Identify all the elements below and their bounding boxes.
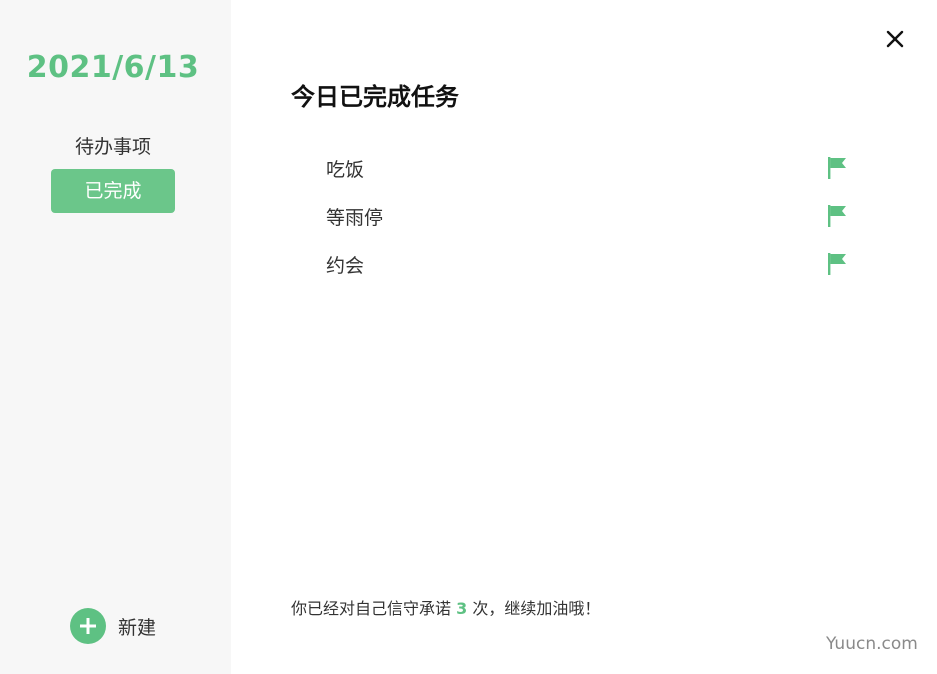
plus-icon[interactable] bbox=[70, 608, 106, 644]
watermark: Yuucn.com bbox=[826, 634, 918, 654]
new-task-button[interactable]: 新建 bbox=[70, 608, 156, 644]
task-item: 约会 bbox=[326, 247, 848, 281]
completion-summary: 你已经对自己信守承诺 3 次，继续加油哦！ bbox=[291, 595, 600, 619]
task-label: 等雨停 bbox=[326, 206, 384, 229]
task-item: 等雨停 bbox=[326, 199, 848, 233]
current-date: 2021/6/13 bbox=[26, 50, 200, 85]
flag-icon[interactable] bbox=[826, 252, 848, 276]
page-title: 今日已完成任务 bbox=[291, 83, 459, 111]
task-label: 吃饭 bbox=[326, 158, 365, 181]
close-button[interactable] bbox=[883, 27, 907, 51]
new-task-label: 新建 bbox=[118, 616, 157, 639]
flag-icon[interactable] bbox=[826, 204, 848, 228]
task-label: 约会 bbox=[326, 254, 365, 277]
nav-item-todo[interactable]: 待办事项 bbox=[51, 125, 175, 169]
completion-count: 3 bbox=[456, 599, 468, 618]
nav-item-completed[interactable]: 已完成 bbox=[51, 169, 175, 213]
summary-prefix: 你已经对自己信守承诺 bbox=[291, 599, 457, 618]
task-item: 吃饭 bbox=[326, 151, 848, 185]
sidebar: 2021/6/13 待办事项 已完成 新建 bbox=[0, 0, 231, 674]
flag-icon[interactable] bbox=[826, 156, 848, 180]
summary-suffix: 次，继续加油哦！ bbox=[467, 599, 601, 618]
close-icon[interactable] bbox=[883, 27, 907, 51]
